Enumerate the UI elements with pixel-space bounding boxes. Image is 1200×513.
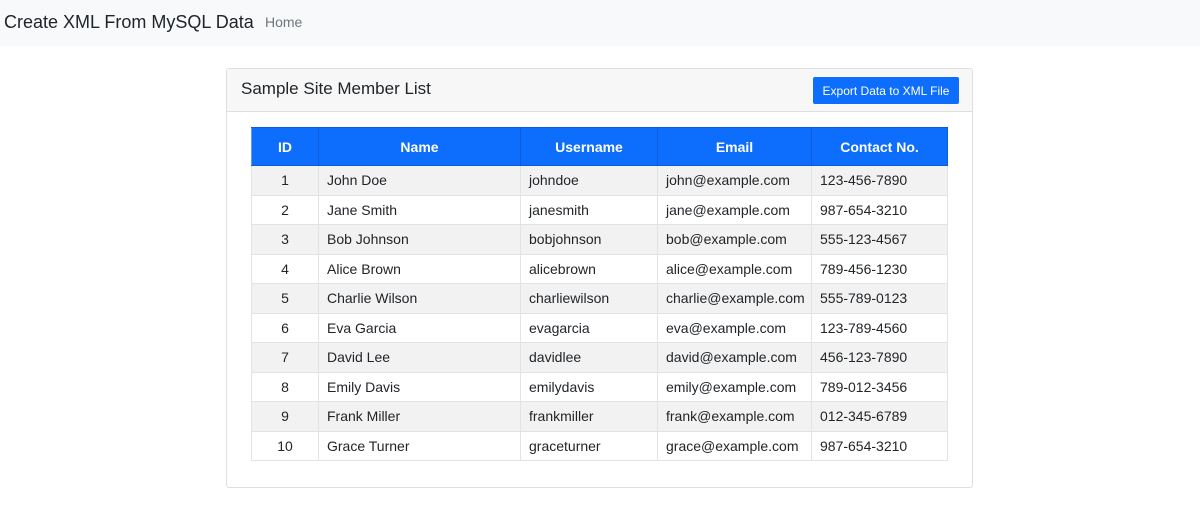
column-header-name: Name: [318, 127, 521, 166]
table-row: 1 John Doe johndoe john@example.com 123-456-…: [251, 165, 948, 196]
cell-email: emily@example.com: [657, 371, 812, 402]
cell-name: Bob Johnson: [318, 224, 521, 255]
members-table: ID Name Username Email Contact No. 1 John…: [251, 127, 948, 461]
export-xml-button[interactable]: Export Data to XML File: [813, 77, 959, 104]
cell-username: alicebrown: [520, 253, 658, 284]
cell-name: Eva Garcia: [318, 312, 521, 343]
table-body: 1 John Doe johndoe john@example.com 123-456-…: [251, 165, 948, 461]
cell-email: john@example.com: [657, 165, 812, 196]
cell-email: jane@example.com: [657, 194, 812, 225]
cell-id: 6: [251, 312, 319, 343]
cell-contact: 123-789-4560: [811, 312, 948, 343]
cell-id: 10: [251, 430, 319, 461]
cell-email: bob@example.com: [657, 224, 812, 255]
table-row: 5 Charlie Wilson charliewilson charlie@exam…: [251, 283, 948, 314]
cell-username: davidlee: [520, 342, 658, 373]
cell-id: 4: [251, 253, 319, 284]
cell-id: 3: [251, 224, 319, 255]
cell-contact: 987-654-3210: [811, 194, 948, 225]
cell-contact: 555-789-0123: [811, 283, 948, 314]
cell-name: Charlie Wilson: [318, 283, 521, 314]
table-row: 8 Emily Davis emilydavis emily@example.com 7…: [251, 371, 948, 402]
cell-username: bobjohnson: [520, 224, 658, 255]
cell-contact: 456-123-7890: [811, 342, 948, 373]
column-header-username: Username: [520, 127, 658, 166]
cell-id: 7: [251, 342, 319, 373]
table-header-row: ID Name Username Email Contact No.: [251, 127, 948, 166]
cell-username: charliewilson: [520, 283, 658, 314]
cell-username: johndoe: [520, 165, 658, 196]
table-row: 6 Eva Garcia evagarcia eva@example.com 123-7…: [251, 312, 948, 343]
cell-name: Alice Brown: [318, 253, 521, 284]
cell-username: janesmith: [520, 194, 658, 225]
table-row: 3 Bob Johnson bobjohnson bob@example.com 555…: [251, 224, 948, 255]
cell-email: frank@example.com: [657, 401, 812, 432]
cell-email: charlie@example.com: [657, 283, 812, 314]
card-title: Sample Site Member List: [241, 79, 431, 98]
navbar-brand[interactable]: Create XML From MySQL Data: [4, 12, 254, 33]
cell-email: eva@example.com: [657, 312, 812, 343]
cell-id: 2: [251, 194, 319, 225]
cell-username: evagarcia: [520, 312, 658, 343]
cell-id: 1: [251, 165, 319, 196]
cell-name: David Lee: [318, 342, 521, 373]
column-header-email: Email: [657, 127, 812, 166]
nav-link-home[interactable]: Home: [265, 14, 302, 30]
cell-name: John Doe: [318, 165, 521, 196]
card-header: Sample Site Member List Export Data to X…: [227, 69, 972, 112]
cell-email: grace@example.com: [657, 430, 812, 461]
cell-name: Jane Smith: [318, 194, 521, 225]
cell-email: alice@example.com: [657, 253, 812, 284]
cell-id: 5: [251, 283, 319, 314]
table-row: 9 Frank Miller frankmiller frank@example.co…: [251, 401, 948, 432]
cell-contact: 012-345-6789: [811, 401, 948, 432]
column-header-contact: Contact No.: [811, 127, 948, 166]
cell-name: Emily Davis: [318, 371, 521, 402]
cell-contact: 555-123-4567: [811, 224, 948, 255]
table-row: 10 Grace Turner graceturner grace@example.c…: [251, 430, 948, 461]
cell-username: graceturner: [520, 430, 658, 461]
table-row: 4 Alice Brown alicebrown alice@example.com 7…: [251, 253, 948, 284]
cell-username: emilydavis: [520, 371, 658, 402]
navbar: Create XML From MySQL Data Home: [0, 0, 1200, 46]
cell-name: Frank Miller: [318, 401, 521, 432]
cell-name: Grace Turner: [318, 430, 521, 461]
cell-contact: 123-456-7890: [811, 165, 948, 196]
cell-contact: 789-012-3456: [811, 371, 948, 402]
column-header-id: ID: [251, 127, 319, 166]
cell-username: frankmiller: [520, 401, 658, 432]
cell-email: david@example.com: [657, 342, 812, 373]
cell-contact: 789-456-1230: [811, 253, 948, 284]
cell-contact: 987-654-3210: [811, 430, 948, 461]
table-row: 7 David Lee davidlee david@example.com 456-1…: [251, 342, 948, 373]
table-row: 2 Jane Smith janesmith jane@example.com 987-…: [251, 194, 948, 225]
cell-id: 8: [251, 371, 319, 402]
cell-id: 9: [251, 401, 319, 432]
